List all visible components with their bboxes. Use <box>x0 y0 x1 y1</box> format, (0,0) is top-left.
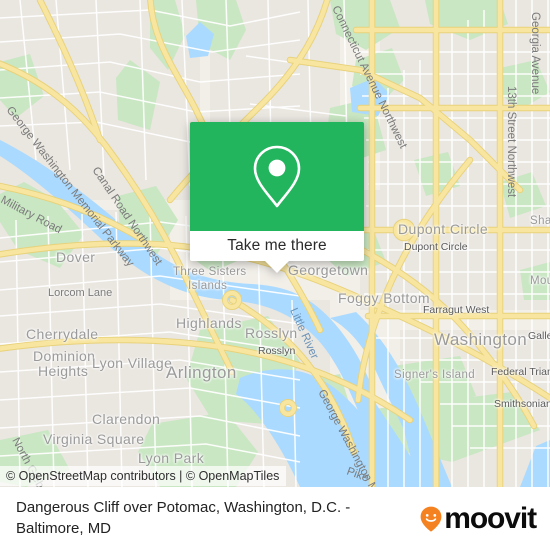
map-popup-card[interactable]: Take me there <box>190 122 364 273</box>
take-me-there-label: Take me there <box>227 237 327 254</box>
moovit-smiley-pin-icon <box>420 506 442 532</box>
page-title: Dangerous Cliff over Potomac, Washington… <box>16 498 351 537</box>
map-attribution[interactable]: © OpenStreetMap contributors | © OpenMap… <box>0 466 287 486</box>
map-canvas[interactable]: George Washington Memorial Parkway Canal… <box>0 0 550 487</box>
popup-tail <box>264 260 290 273</box>
popup-cta-panel[interactable]: Take me there <box>190 231 364 273</box>
moovit-logo[interactable]: moovit <box>420 501 550 535</box>
road-label-georgia-avenue: Georgia Avenue <box>529 12 541 94</box>
footer-bar: Dangerous Cliff over Potomac, Washington… <box>0 487 550 550</box>
map-pin-icon <box>253 145 301 207</box>
road-label-13th-street-northwest: 13th Street Northwest <box>505 86 517 198</box>
popup-icon-panel <box>190 122 364 231</box>
moovit-wordmark: moovit <box>444 501 537 535</box>
